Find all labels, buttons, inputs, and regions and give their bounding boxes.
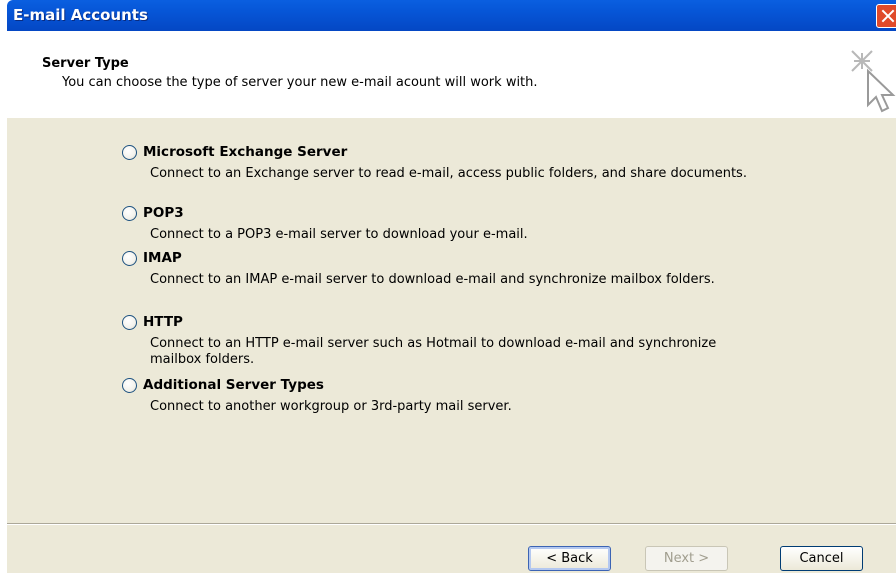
back-button[interactable]: < Back [528, 546, 611, 571]
cancel-button[interactable]: Cancel [780, 546, 863, 571]
page-title: Server Type [42, 56, 129, 71]
title-bar[interactable]: E-mail Accounts [7, 0, 896, 31]
page-subtitle: You can choose the type of server your n… [62, 75, 538, 90]
dialog-body: Microsoft Exchange Server Connect to an … [7, 118, 896, 573]
option-label: POP3 [143, 205, 184, 221]
option-imap[interactable]: IMAP Connect to an IMAP e-mail server to… [122, 248, 770, 288]
radio-exchange[interactable] [122, 144, 137, 160]
wizard-header: Server Type You can choose the type of s… [7, 31, 896, 119]
option-description: Connect to a POP3 e-mail server to downl… [150, 227, 528, 242]
cursor-sparkle-icon [851, 50, 896, 113]
radio-pop3[interactable] [122, 205, 137, 221]
radio-imap[interactable] [122, 250, 137, 266]
option-additional[interactable]: Additional Server Types Connect to anoth… [122, 375, 770, 415]
option-description: Connect to an IMAP e-mail server to down… [150, 272, 715, 287]
option-exchange[interactable]: Microsoft Exchange Server Connect to an … [122, 142, 770, 182]
option-description: Connect to an Exchange server to read e-… [150, 166, 747, 181]
option-label: Microsoft Exchange Server [143, 144, 348, 160]
close-icon[interactable] [876, 4, 896, 28]
window-title: E-mail Accounts [13, 6, 148, 24]
option-label: Additional Server Types [143, 377, 324, 393]
option-label: HTTP [143, 314, 183, 330]
option-http[interactable]: HTTP Connect to an HTTP e-mail server su… [122, 312, 770, 368]
option-description: Connect to an HTTP e-mail server such as… [150, 336, 717, 367]
footer-divider [7, 523, 896, 525]
radio-http[interactable] [122, 314, 137, 330]
email-accounts-dialog: E-mail Accounts Server Type You can choo… [7, 0, 896, 573]
option-label: IMAP [143, 250, 182, 266]
next-button[interactable]: Next > [645, 546, 728, 571]
radio-additional[interactable] [122, 377, 137, 393]
option-description: Connect to another workgroup or 3rd-part… [150, 399, 512, 414]
option-pop3[interactable]: POP3 Connect to a POP3 e-mail server to … [122, 203, 770, 243]
